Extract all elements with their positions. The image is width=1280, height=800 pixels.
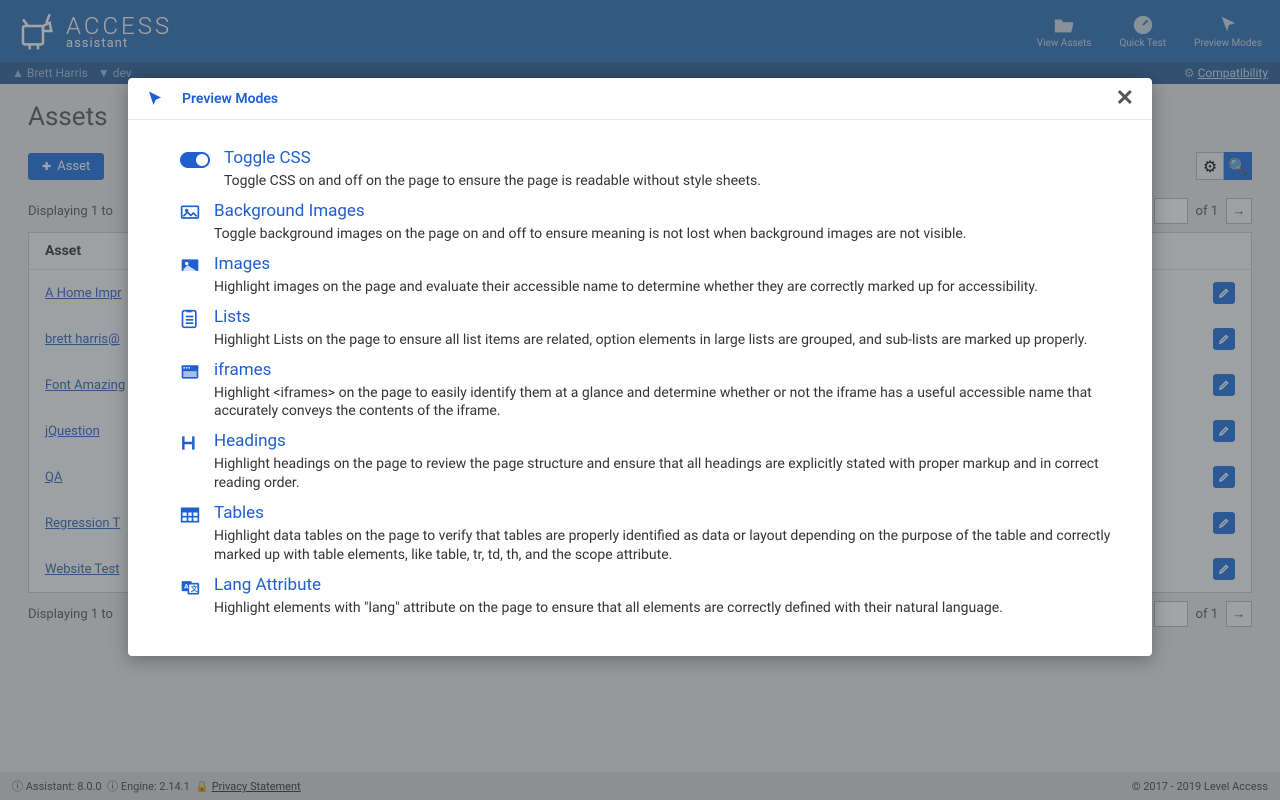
preview-mode-title: Tables [214, 503, 1134, 523]
preview-mode-description: Highlight data tables on the page to ver… [214, 527, 1134, 565]
preview-mode-description: Highlight elements with "lang" attribute… [214, 599, 1003, 618]
preview-mode-item[interactable]: Lang Attribute Highlight elements with "… [180, 575, 1134, 618]
toggle-icon [180, 152, 210, 168]
image-icon [180, 256, 200, 276]
dialog-header: Preview Modes ✕ [128, 78, 1152, 120]
preview-mode-title: Headings [214, 431, 1134, 451]
heading-icon [180, 433, 200, 453]
preview-modes-dialog: Preview Modes ✕ Toggle CSS Toggle CSS on… [128, 78, 1152, 656]
preview-mode-item[interactable]: iframes Highlight <iframes> on the page … [180, 360, 1134, 422]
preview-mode-item[interactable]: Headings Highlight headings on the page … [180, 431, 1134, 493]
preview-mode-title: Lang Attribute [214, 575, 1003, 595]
preview-mode-title: Background Images [214, 201, 967, 221]
preview-mode-item[interactable]: Tables Highlight data tables on the page… [180, 503, 1134, 565]
bgimage-icon [180, 203, 200, 223]
preview-mode-item[interactable]: Toggle CSS Toggle CSS on and off on the … [180, 148, 1134, 191]
dialog-body: Toggle CSS Toggle CSS on and off on the … [128, 120, 1152, 656]
preview-mode-title: Toggle CSS [224, 148, 761, 168]
lang-icon [180, 577, 200, 597]
preview-mode-title: iframes [214, 360, 1134, 380]
preview-mode-item[interactable]: Background Images Toggle background imag… [180, 201, 1134, 244]
preview-mode-description: Highlight <iframes> on the page to easil… [214, 384, 1134, 422]
preview-mode-title: Lists [214, 307, 1087, 327]
list-icon [180, 309, 200, 329]
preview-mode-item[interactable]: Images Highlight images on the page and … [180, 254, 1134, 297]
preview-mode-title: Images [214, 254, 1038, 274]
close-button[interactable]: ✕ [1116, 86, 1134, 111]
iframe-icon [180, 362, 200, 382]
preview-mode-description: Highlight images on the page and evaluat… [214, 278, 1038, 297]
preview-mode-description: Toggle background images on the page on … [214, 225, 967, 244]
cursor-icon [146, 88, 164, 110]
preview-mode-description: Toggle CSS on and off on the page to ens… [224, 172, 761, 191]
table-icon [180, 505, 200, 525]
preview-mode-description: Highlight Lists on the page to ensure al… [214, 331, 1087, 350]
dialog-title: Preview Modes [182, 91, 278, 107]
preview-mode-description: Highlight headings on the page to review… [214, 455, 1134, 493]
preview-mode-item[interactable]: Lists Highlight Lists on the page to ens… [180, 307, 1134, 350]
